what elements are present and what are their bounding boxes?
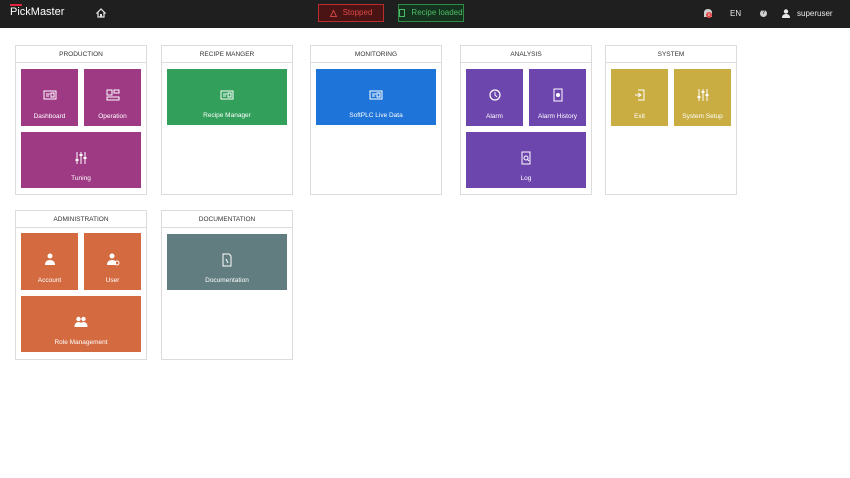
exit-icon bbox=[634, 89, 644, 101]
tile-label: Account bbox=[37, 277, 62, 284]
tile-label: System Setup bbox=[682, 113, 723, 120]
group-title: PRODUCTION bbox=[16, 46, 146, 63]
tile-label: Exit bbox=[634, 113, 645, 120]
tile-alarm[interactable]: Alarm bbox=[466, 69, 523, 126]
document-icon bbox=[222, 253, 232, 267]
tile-alarm-history[interactable]: Alarm History bbox=[529, 69, 586, 126]
tile-tuning[interactable]: Tuning bbox=[21, 132, 141, 188]
tile-dashboard[interactable]: Dashboard bbox=[21, 69, 78, 126]
tile-log[interactable]: Log bbox=[466, 132, 586, 188]
monitor-icon bbox=[369, 90, 383, 100]
tile-exit[interactable]: Exit bbox=[611, 69, 668, 126]
tile-label: Role Management bbox=[54, 339, 108, 346]
tile-label: Documentation bbox=[205, 277, 249, 284]
app-name: PickMaster bbox=[10, 6, 65, 18]
language-selector[interactable]: EN bbox=[730, 0, 741, 28]
tile-label: Tuning bbox=[71, 175, 91, 182]
group-title: ADMINISTRATION bbox=[16, 211, 146, 228]
recipe-icon bbox=[220, 90, 234, 100]
home-icon[interactable] bbox=[96, 8, 106, 18]
tile-label: User bbox=[105, 277, 120, 284]
tile-account[interactable]: Account bbox=[21, 233, 78, 290]
tile-operation[interactable]: Operation bbox=[84, 69, 141, 126]
account-icon bbox=[44, 253, 55, 265]
username[interactable]: superuser bbox=[797, 0, 833, 28]
status-stopped-label: Stopped bbox=[342, 8, 373, 17]
operation-icon bbox=[106, 89, 119, 101]
tile-label: Dashboard bbox=[33, 113, 66, 120]
user-settings-icon bbox=[106, 253, 119, 266]
group-title: MONITORING bbox=[311, 46, 441, 63]
tile-system-setup[interactable]: System Setup bbox=[674, 69, 731, 126]
log-search-icon bbox=[521, 151, 531, 165]
recipe-status-label: Recipe loaded bbox=[411, 8, 463, 17]
alarm-icon bbox=[488, 89, 501, 101]
settings-sliders-icon bbox=[697, 89, 708, 101]
tile-recipe-manager[interactable]: Recipe Manager bbox=[167, 69, 287, 125]
group-title: RECIPE MANGER bbox=[162, 46, 292, 63]
group-title: DOCUMENTATION bbox=[162, 211, 292, 228]
recipe-status: Recipe loaded bbox=[398, 4, 464, 22]
tile-label: Alarm History bbox=[537, 113, 577, 120]
tile-documentation[interactable]: Documentation bbox=[167, 234, 287, 290]
group-title: SYSTEM bbox=[606, 46, 736, 63]
dashboard-icon bbox=[43, 90, 56, 100]
recipe-file-icon bbox=[399, 9, 406, 17]
tile-label: Recipe Manager bbox=[203, 112, 251, 119]
tile-label: SoftPLC Live Data bbox=[349, 112, 403, 119]
tile-label: Operation bbox=[98, 113, 127, 120]
warning-icon bbox=[329, 9, 337, 17]
group-title: ANALYSIS bbox=[461, 46, 591, 63]
help-icon[interactable]: ? bbox=[760, 10, 767, 17]
tile-role-management[interactable]: Role Management bbox=[21, 296, 141, 352]
tile-softplc-live-data[interactable]: SoftPLC Live Data bbox=[316, 69, 436, 125]
notification-badge: 0 bbox=[706, 12, 712, 18]
tile-label: Log bbox=[520, 175, 532, 182]
user-icon[interactable] bbox=[782, 9, 790, 18]
alarm-history-icon bbox=[553, 88, 562, 102]
top-bar: PickMaster Stopped Recipe loaded 0 EN ? … bbox=[0, 0, 850, 28]
tile-user[interactable]: User bbox=[84, 233, 141, 290]
users-group-icon bbox=[74, 316, 88, 327]
machine-status-stopped: Stopped bbox=[318, 4, 384, 22]
tile-label: Alarm bbox=[486, 113, 503, 120]
sliders-icon bbox=[75, 152, 87, 164]
